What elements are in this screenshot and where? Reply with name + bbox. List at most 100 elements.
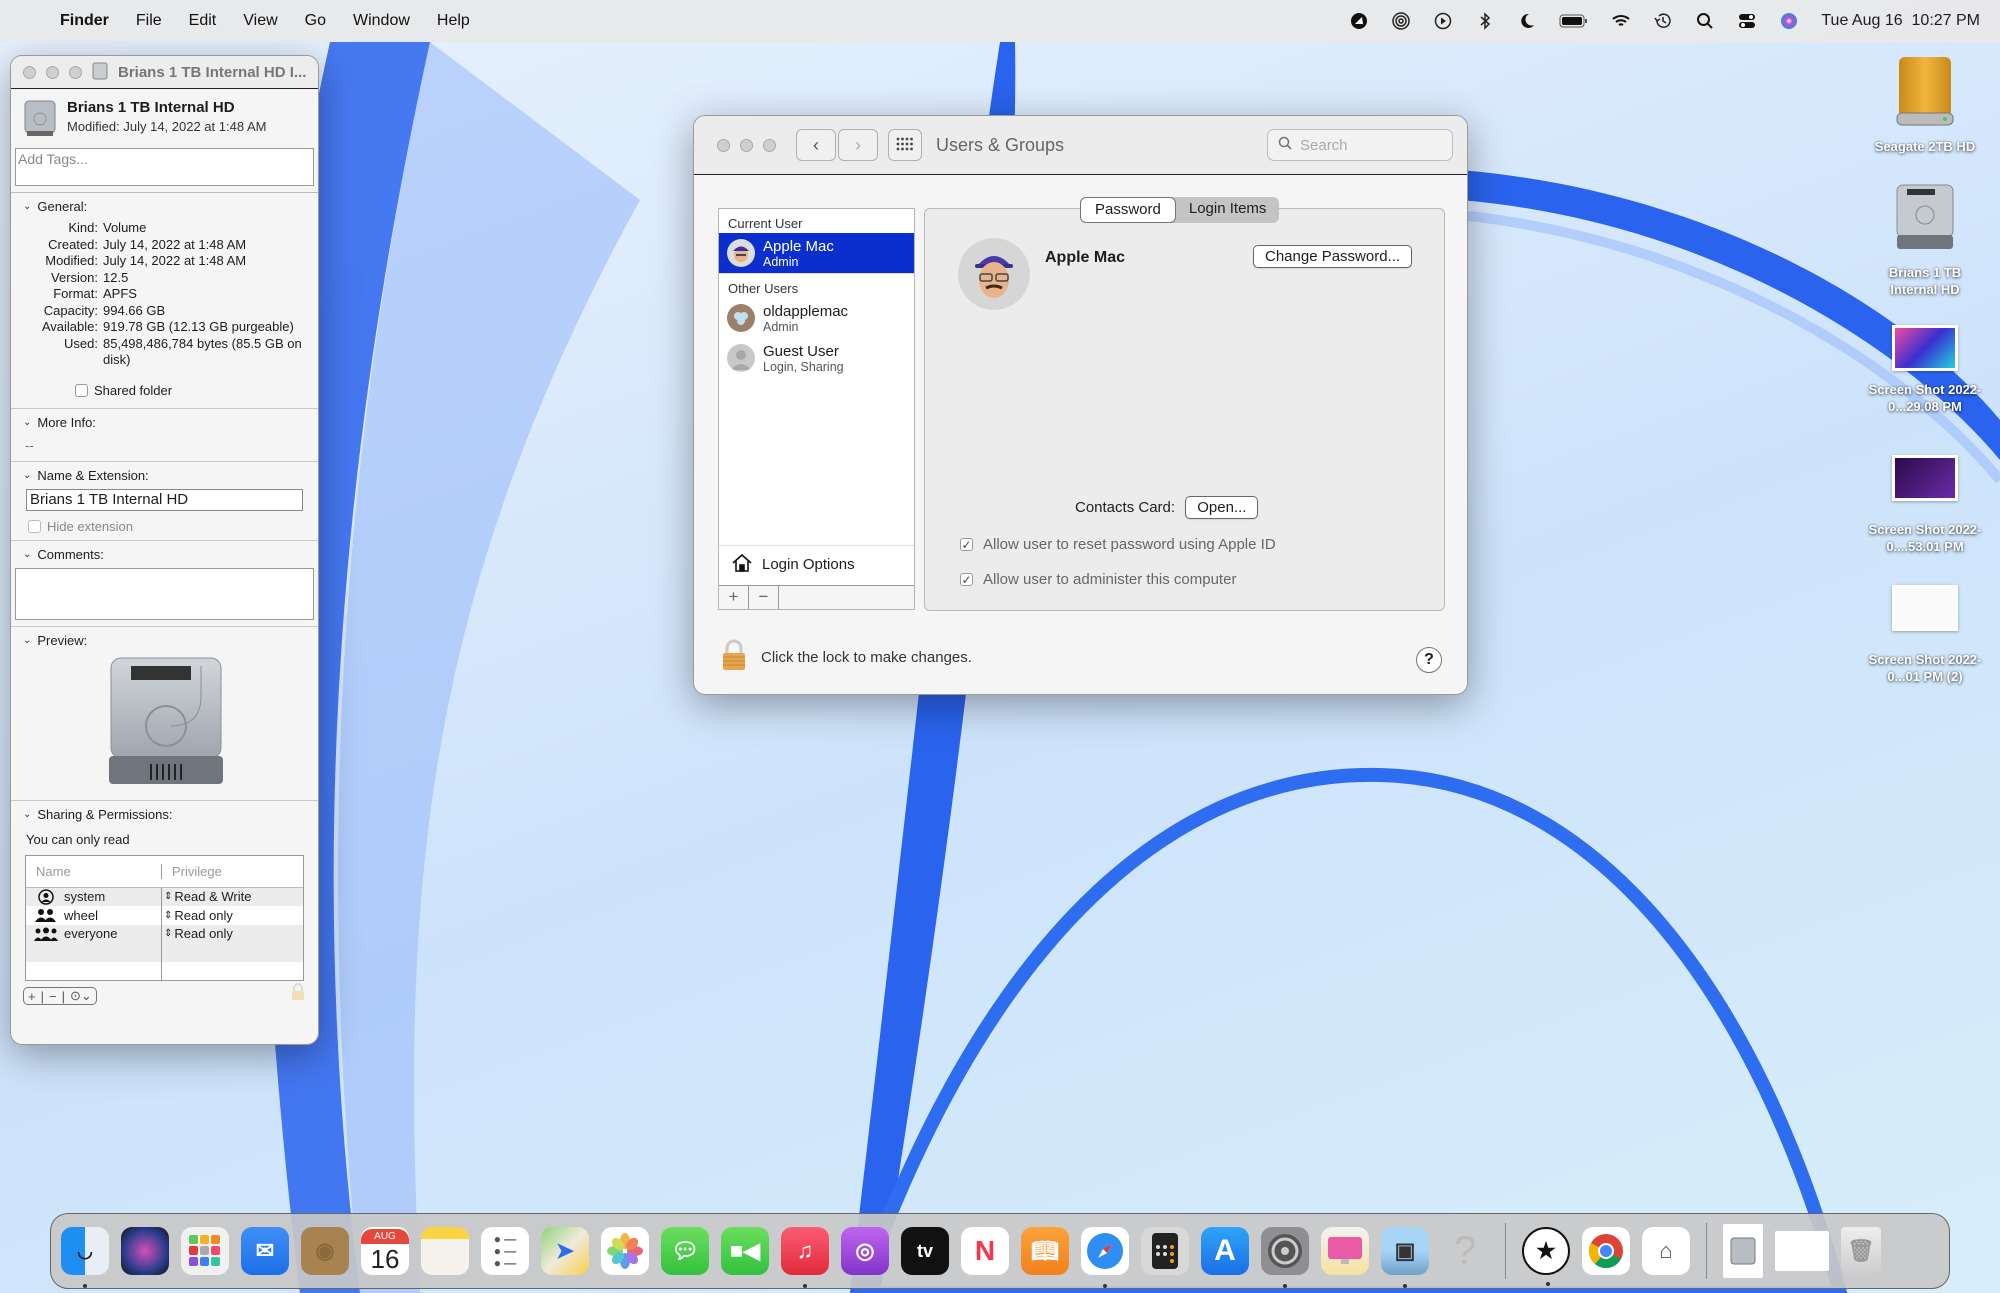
airdrop-icon[interactable] bbox=[1391, 11, 1411, 31]
dock-system-information[interactable]: ⌂ bbox=[1642, 1227, 1690, 1275]
dock-safari[interactable] bbox=[1081, 1227, 1129, 1288]
dock-mail[interactable]: ✉ bbox=[241, 1227, 289, 1275]
login-options-item[interactable]: Login Options bbox=[719, 545, 914, 583]
dock-calendar[interactable]: AUG 16 bbox=[361, 1227, 409, 1275]
menu-go[interactable]: Go bbox=[305, 12, 326, 30]
dock-siri[interactable] bbox=[121, 1227, 169, 1275]
close-button[interactable] bbox=[717, 138, 730, 152]
desktop-icon-screenshot-1[interactable]: Screen Shot 2022-0...29.08 PM bbox=[1850, 325, 2000, 415]
search-field[interactable]: Search bbox=[1267, 129, 1453, 161]
menu-window[interactable]: Window bbox=[353, 12, 410, 30]
remove-permission-button[interactable]: − bbox=[49, 989, 57, 1004]
action-menu-button[interactable]: ⊙⌄ bbox=[70, 988, 92, 1004]
menu-edit[interactable]: Edit bbox=[189, 12, 217, 30]
tags-field[interactable]: Add Tags... bbox=[15, 148, 314, 186]
dock-reminders[interactable]: ● — ● — ● — bbox=[481, 1227, 529, 1275]
administer-checkbox[interactable]: ✓ bbox=[960, 573, 973, 587]
column-privilege[interactable]: Privilege bbox=[161, 863, 303, 879]
desktop-icon-screenshot-2[interactable]: Screen Shot 2022-0....53.01 PM bbox=[1850, 455, 2000, 555]
user-picture[interactable] bbox=[958, 238, 1030, 310]
menu-app-name[interactable]: Finder bbox=[60, 12, 109, 30]
help-button[interactable]: ? bbox=[1416, 647, 1442, 673]
dock-downloads-stack[interactable] bbox=[1775, 1231, 1829, 1271]
dock-books[interactable]: 📖︎ bbox=[1021, 1227, 1069, 1275]
dock-messages[interactable]: 💬︎ bbox=[661, 1227, 709, 1275]
creative-cloud-icon[interactable] bbox=[1349, 11, 1369, 31]
battery-icon[interactable] bbox=[1559, 11, 1589, 31]
dock-podcasts[interactable]: ◎ bbox=[841, 1227, 889, 1275]
name-field[interactable]: Brians 1 TB Internal HD bbox=[26, 488, 303, 511]
hide-extension-checkbox[interactable] bbox=[28, 519, 41, 533]
permission-row[interactable]: wheel ⇕ Read only bbox=[26, 906, 303, 925]
tab-password[interactable]: Password bbox=[1080, 197, 1176, 223]
dock-tv[interactable]: tv bbox=[901, 1227, 949, 1275]
close-button[interactable] bbox=[23, 65, 36, 79]
dock-contacts[interactable]: ◉ bbox=[301, 1227, 349, 1275]
name-extension-header[interactable]: ⌄ Name & Extension: bbox=[23, 468, 306, 483]
privilege-popup[interactable]: ⇕ Read only bbox=[161, 906, 303, 925]
dock-trash[interactable]: 🗑︎ bbox=[1841, 1227, 1881, 1275]
shared-folder-checkbox[interactable] bbox=[75, 383, 88, 397]
privilege-popup[interactable]: ⇕ Read only bbox=[161, 924, 303, 943]
minimize-button[interactable] bbox=[46, 65, 59, 79]
permission-row[interactable]: system ⇕ Read & Write bbox=[26, 887, 303, 906]
menubar-clock[interactable]: Tue Aug 16 10:27 PM bbox=[1821, 12, 1980, 30]
info-titlebar[interactable]: Brians 1 TB Internal HD I... bbox=[11, 56, 318, 89]
padlock-icon[interactable] bbox=[721, 639, 747, 675]
zoom-button[interactable] bbox=[69, 65, 82, 79]
reset-password-checkbox[interactable]: ✓ bbox=[960, 538, 973, 552]
general-header[interactable]: ⌄ General: bbox=[23, 199, 306, 214]
zoom-button[interactable] bbox=[763, 138, 776, 152]
dock-facetime[interactable]: ■◀ bbox=[721, 1227, 769, 1275]
dock-preview[interactable]: ▣ bbox=[1381, 1227, 1429, 1288]
add-permission-button[interactable]: + bbox=[28, 989, 36, 1004]
menu-help[interactable]: Help bbox=[437, 12, 470, 30]
dock-unknown-app[interactable]: ? bbox=[1441, 1227, 1489, 1275]
change-password-button[interactable]: Change Password... bbox=[1253, 245, 1413, 268]
more-info-header[interactable]: ⌄ More Info: bbox=[23, 415, 306, 430]
comments-field[interactable] bbox=[15, 567, 314, 620]
bluetooth-icon[interactable] bbox=[1475, 11, 1495, 31]
dock-system-preferences[interactable] bbox=[1261, 1227, 1309, 1288]
show-all-button[interactable] bbox=[888, 129, 922, 161]
dock-maps[interactable]: ➤ bbox=[541, 1227, 589, 1275]
now-playing-icon[interactable] bbox=[1433, 11, 1453, 31]
comments-header[interactable]: ⌄ Comments: bbox=[15, 547, 314, 562]
sharing-header[interactable]: ⌄ Sharing & Permissions: bbox=[23, 807, 306, 822]
minimize-button[interactable] bbox=[740, 138, 753, 152]
lock-icon[interactable] bbox=[290, 982, 306, 1004]
permission-row[interactable]: everyone ⇕ Read only bbox=[26, 924, 303, 943]
forward-button[interactable]: › bbox=[838, 129, 878, 161]
column-name[interactable]: Name bbox=[26, 864, 161, 879]
user-row-guest[interactable]: Guest User Login, Sharing bbox=[719, 338, 914, 378]
add-user-button[interactable]: + bbox=[719, 586, 749, 609]
preview-header[interactable]: ⌄ Preview: bbox=[23, 633, 306, 648]
user-row-apple-mac[interactable]: Apple Mac Admin bbox=[719, 233, 914, 273]
tab-login-items[interactable]: Login Items bbox=[1176, 197, 1280, 223]
dock-launchpad[interactable] bbox=[181, 1227, 229, 1275]
dock-cleanmymac[interactable] bbox=[1321, 1227, 1369, 1275]
dock-drive-stack[interactable] bbox=[1723, 1224, 1763, 1278]
back-button[interactable]: ‹ bbox=[796, 129, 836, 161]
dock-news[interactable]: N bbox=[961, 1227, 1009, 1275]
open-contacts-button[interactable]: Open... bbox=[1185, 496, 1259, 519]
focus-moon-icon[interactable] bbox=[1517, 11, 1537, 31]
wifi-icon[interactable] bbox=[1611, 11, 1631, 31]
privilege-popup[interactable]: ⇕ Read & Write bbox=[161, 887, 303, 906]
desktop-icon-seagate[interactable]: Seagate 2TB HD bbox=[1850, 55, 2000, 155]
dock-music[interactable]: ♫ bbox=[781, 1227, 829, 1288]
dock-notes[interactable] bbox=[421, 1227, 469, 1275]
dock-photos[interactable] bbox=[601, 1227, 649, 1275]
ug-toolbar[interactable]: ‹ › Users & Groups Search bbox=[694, 116, 1467, 175]
time-machine-icon[interactable] bbox=[1653, 11, 1673, 31]
dock-bookmark-app[interactable]: ★ bbox=[1522, 1227, 1570, 1286]
control-center-icon[interactable] bbox=[1737, 11, 1757, 31]
dock-app-store[interactable]: A bbox=[1201, 1227, 1249, 1275]
desktop-icon-screenshot-3[interactable]: Screen Shot 2022-0...01 PM (2) bbox=[1850, 585, 2000, 685]
menu-file[interactable]: File bbox=[136, 12, 162, 30]
spotlight-search-icon[interactable] bbox=[1695, 11, 1715, 31]
dock-calculator[interactable] bbox=[1141, 1227, 1189, 1275]
desktop-icon-internal-hd[interactable]: Brians 1 TB Internal HD bbox=[1850, 183, 2000, 298]
remove-user-button[interactable]: − bbox=[749, 586, 779, 609]
menu-view[interactable]: View bbox=[243, 12, 277, 30]
